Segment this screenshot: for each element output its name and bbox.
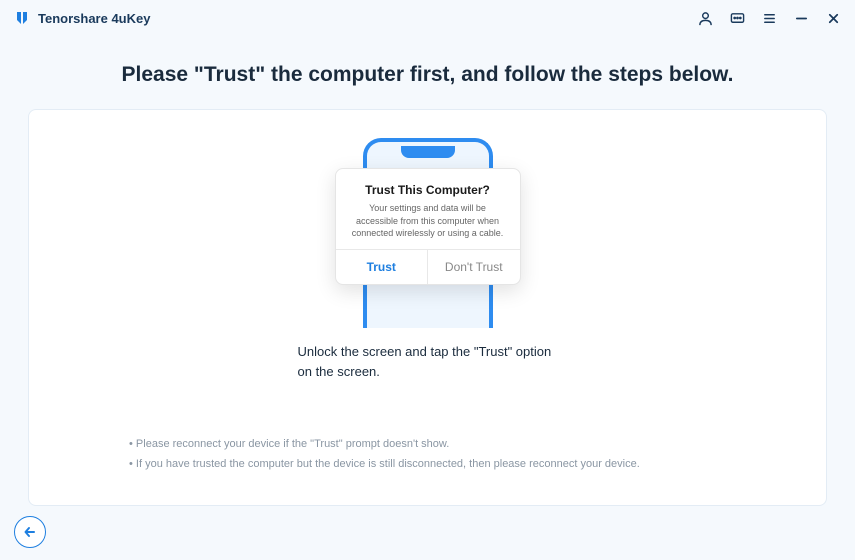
menu-icon[interactable] — [761, 10, 777, 26]
phone-illustration: Trust This Computer? Your settings and d… — [358, 138, 498, 318]
tips-list: Please reconnect your device if the "Tru… — [129, 435, 726, 475]
back-button[interactable] — [14, 516, 46, 548]
page-heading: Please "Trust" the computer first, and f… — [0, 60, 855, 89]
tip-item: Please reconnect your device if the "Tru… — [129, 435, 726, 455]
trust-dialog: Trust This Computer? Your settings and d… — [335, 168, 521, 284]
trust-dialog-title: Trust This Computer? — [348, 183, 508, 197]
instruction-text: Unlock the screen and tap the "Trust" op… — [298, 342, 558, 381]
dont-trust-button[interactable]: Don't Trust — [428, 250, 520, 284]
phone-notch — [401, 146, 455, 158]
trust-dialog-buttons: Trust Don't Trust — [336, 250, 520, 284]
minimize-icon[interactable] — [793, 10, 809, 26]
trust-button[interactable]: Trust — [336, 250, 429, 284]
titlebar: Tenorshare 4uKey — [0, 0, 855, 36]
tip-item: If you have trusted the computer but the… — [129, 455, 726, 475]
close-icon[interactable] — [825, 10, 841, 26]
app-title: Tenorshare 4uKey — [38, 11, 150, 26]
trust-dialog-body: Your settings and data will be accessibl… — [348, 202, 508, 238]
app-logo-icon — [14, 10, 30, 26]
instruction-card: Trust This Computer? Your settings and d… — [28, 109, 827, 506]
trust-dialog-header: Trust This Computer? Your settings and d… — [336, 169, 520, 249]
titlebar-left: Tenorshare 4uKey — [14, 10, 150, 26]
feedback-icon[interactable] — [729, 10, 745, 26]
arrow-left-icon — [22, 524, 38, 540]
user-icon[interactable] — [697, 10, 713, 26]
titlebar-right — [697, 10, 841, 26]
